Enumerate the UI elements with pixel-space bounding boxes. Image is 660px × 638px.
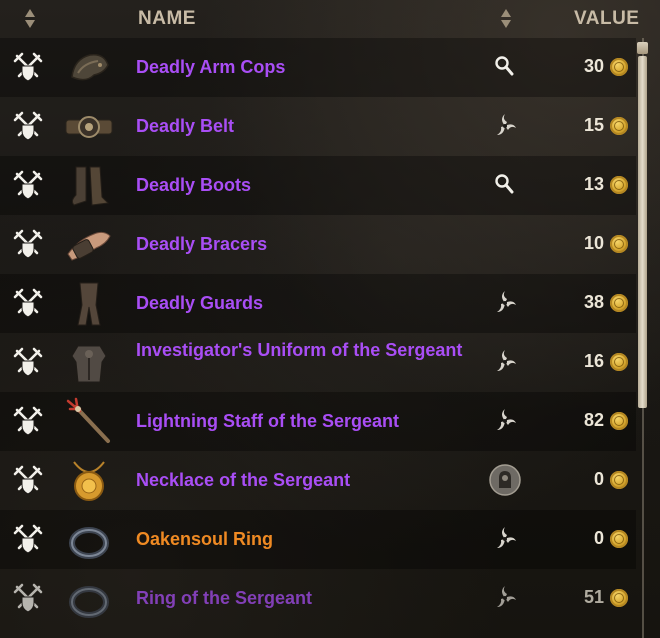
inventory-row[interactable]: Ring of the Sergeant 51 <box>0 569 636 628</box>
crossed-swords-shield-icon <box>13 583 43 613</box>
list-header: NAME VALUE <box>0 0 660 38</box>
item-value: 0 <box>593 469 604 489</box>
necklace-icon <box>64 456 114 506</box>
item-name: Deadly Belt <box>136 116 235 136</box>
header-name[interactable]: NAME <box>138 8 196 30</box>
header-value[interactable]: VALUE <box>574 8 639 30</box>
item-value: 13 <box>583 174 604 194</box>
sort-trait-icon[interactable] <box>500 7 512 31</box>
item-name: Deadly Bracers <box>136 234 268 254</box>
inventory-row[interactable]: Necklace of the Sergeant 0 <box>0 451 636 510</box>
gold-coin-icon <box>610 58 628 76</box>
gold-coin-icon <box>610 294 628 312</box>
swirl-icon <box>489 405 521 437</box>
swirl-icon <box>489 346 521 378</box>
gold-coin-icon <box>610 176 628 194</box>
inventory-row[interactable]: Deadly Arm Cops 30 <box>0 38 636 97</box>
scroll-thumb[interactable] <box>638 56 647 408</box>
inventory-row[interactable]: Deadly Guards 38 <box>0 274 636 333</box>
gold-coin-icon <box>610 235 628 253</box>
scrollbar[interactable] <box>637 38 649 638</box>
inventory-row[interactable]: Oakensoul Ring 0 <box>0 510 636 569</box>
staff-icon <box>64 397 114 447</box>
item-name: Deadly Arm Cops <box>136 57 286 77</box>
crossed-swords-shield-icon <box>13 111 43 141</box>
armory-icon <box>489 464 521 496</box>
item-name: Deadly Guards <box>136 293 264 313</box>
item-value: 82 <box>583 410 604 430</box>
crossed-swords-shield-icon <box>13 52 43 82</box>
magnifier-icon <box>489 169 521 201</box>
item-value: 38 <box>583 292 604 312</box>
uniform-icon <box>64 338 114 388</box>
arm-cops-icon <box>64 43 114 93</box>
boots-icon <box>64 161 114 211</box>
guards-icon <box>64 279 114 329</box>
inventory-row[interactable]: Lightning Staff of the Sergeant 82 <box>0 392 636 451</box>
inventory-row[interactable]: Deadly Bracers 10 <box>0 215 636 274</box>
swirl-icon <box>489 110 521 142</box>
crossed-swords-shield-icon <box>13 524 43 554</box>
inventory-row[interactable]: Investigator's Uniform of the Sergeant 16 <box>0 333 636 392</box>
inventory-row[interactable]: Deadly Boots 13 <box>0 156 636 215</box>
crossed-swords-shield-icon <box>13 347 43 377</box>
inventory-list: Deadly Arm Cops 30 Deadly Belt 15 Deadly Boo… <box>0 38 636 638</box>
crossed-swords-shield-icon <box>13 229 43 259</box>
crossed-swords-shield-icon <box>13 170 43 200</box>
item-name: Deadly Boots <box>136 175 252 195</box>
item-value: 15 <box>583 115 604 135</box>
belt-icon <box>64 102 114 152</box>
item-value: 30 <box>583 56 604 76</box>
scroll-up-button[interactable] <box>637 42 648 54</box>
crossed-swords-shield-icon <box>13 465 43 495</box>
ring-icon <box>64 574 114 624</box>
item-value: 51 <box>583 587 604 607</box>
gold-coin-icon <box>610 412 628 430</box>
gold-coin-icon <box>610 117 628 135</box>
sort-status-icon[interactable] <box>24 7 36 31</box>
swirl-icon <box>489 582 521 614</box>
swirl-icon <box>489 523 521 555</box>
swirl-icon <box>489 287 521 319</box>
item-value: 10 <box>583 233 604 253</box>
item-name: Lightning Staff of the Sergeant <box>136 411 399 431</box>
gold-coin-icon <box>610 353 628 371</box>
ring-icon <box>64 515 114 565</box>
item-name: Ring of the Sergeant <box>136 588 313 608</box>
magnifier-icon <box>489 51 521 83</box>
inventory-row[interactable]: Deadly Belt 15 <box>0 97 636 156</box>
item-value: 0 <box>593 528 604 548</box>
item-value: 16 <box>583 351 604 371</box>
item-name: Necklace of the Sergeant <box>136 470 351 490</box>
item-name: Oakensoul Ring <box>136 529 274 549</box>
bracers-icon <box>64 220 114 270</box>
gold-coin-icon <box>610 471 628 489</box>
gold-coin-icon <box>610 589 628 607</box>
item-name: Investigator's Uniform of the Sergeant <box>136 340 463 360</box>
gold-coin-icon <box>610 530 628 548</box>
crossed-swords-shield-icon <box>13 288 43 318</box>
crossed-swords-shield-icon <box>13 406 43 436</box>
